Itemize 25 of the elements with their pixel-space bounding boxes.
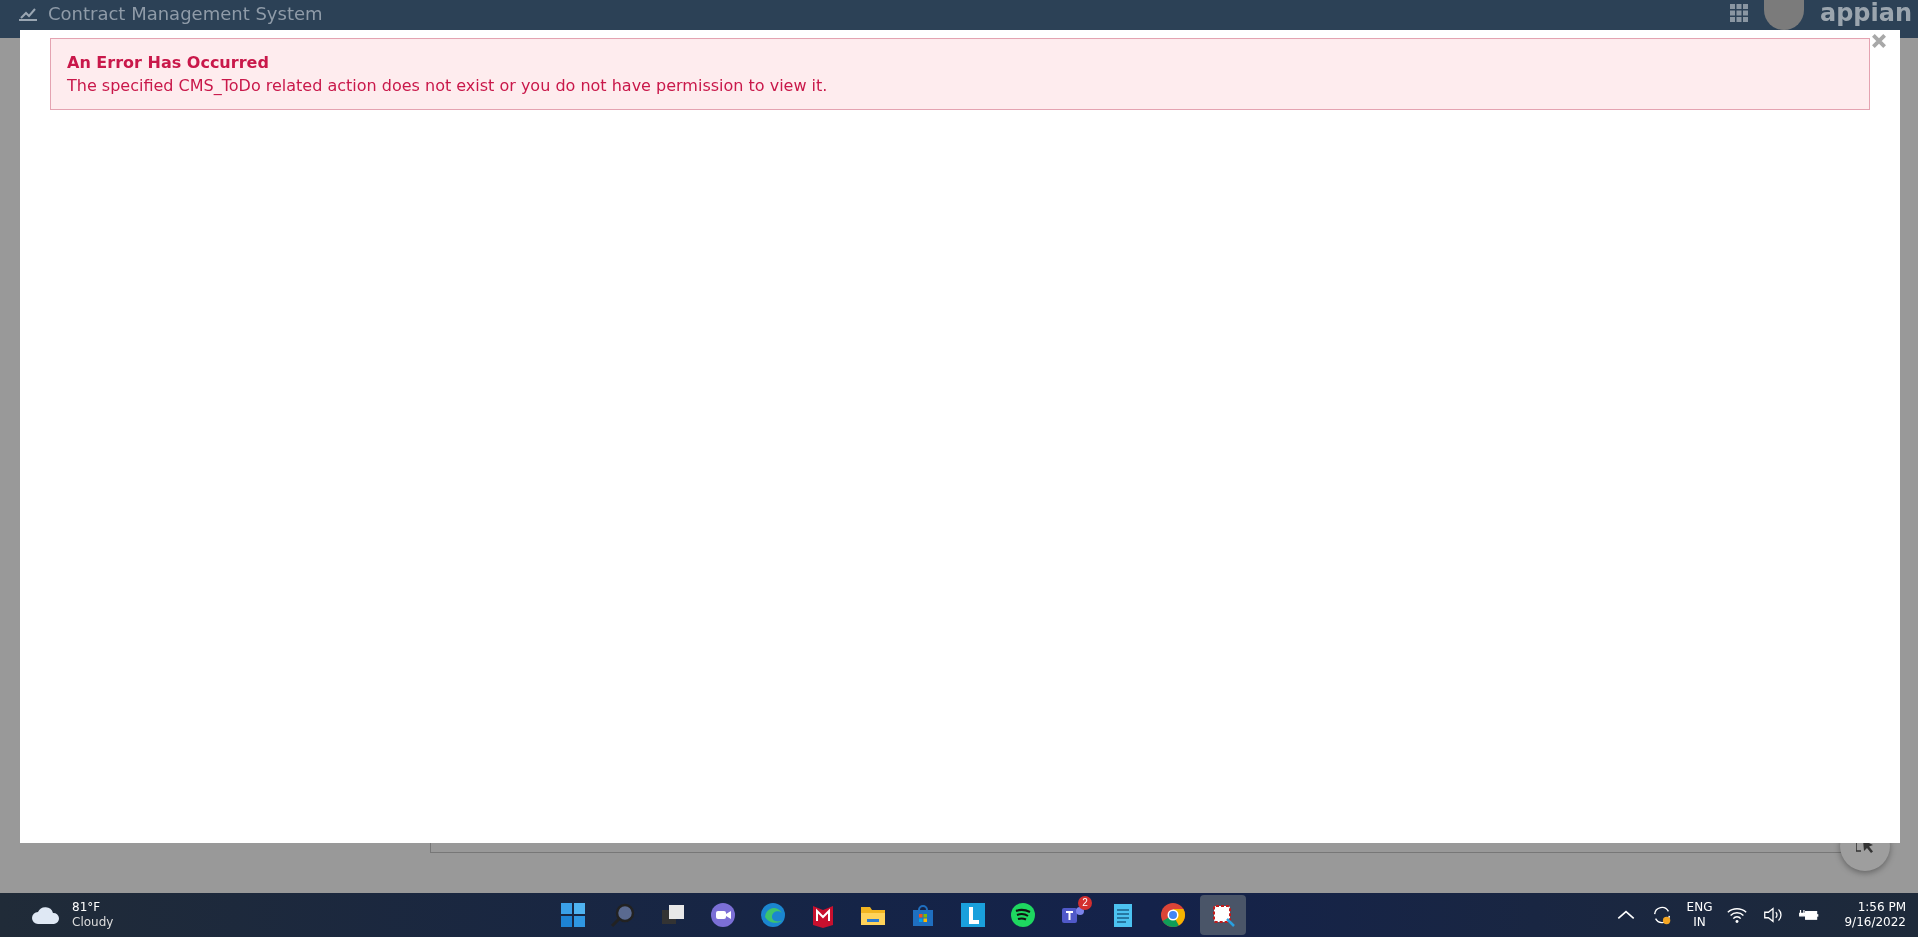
notification-badge: 2 xyxy=(1078,896,1092,910)
app-logo: appian xyxy=(1819,0,1912,26)
language-code: ENG xyxy=(1686,900,1713,915)
music-circle-icon xyxy=(1009,901,1037,929)
browser-circle-icon xyxy=(1159,901,1187,929)
error-title: An Error Has Occurred xyxy=(67,53,270,72)
weather-temperature: 81°F xyxy=(72,900,102,915)
cloud-icon[interactable] xyxy=(30,904,62,926)
app-grid-icon[interactable] xyxy=(1729,4,1748,22)
start-icon xyxy=(559,901,587,929)
video-chat-icon xyxy=(709,901,737,929)
clock-date[interactable]: 9/16/2022 xyxy=(1844,915,1906,930)
clock-time[interactable]: 1:56 PM xyxy=(1857,900,1906,915)
app-title: Contract Management System xyxy=(48,2,323,26)
speaker-icon[interactable] xyxy=(1762,904,1785,926)
error-message: The specified CMS_ToDo related action does not exist or you do not have permission to view it. xyxy=(67,76,829,95)
weather-condition: Cloudy xyxy=(72,915,114,930)
language-indicator[interactable]: ENG IN xyxy=(1686,900,1713,930)
language-region: IN xyxy=(1693,915,1706,930)
taskbar-button[interactable] xyxy=(1200,895,1246,935)
user-avatar[interactable] xyxy=(1763,0,1804,30)
browser-swirl-icon xyxy=(759,901,787,929)
search-icon xyxy=(609,901,637,929)
taskbar-button[interactable]: 2 xyxy=(1050,895,1096,935)
letter-tile-icon xyxy=(959,901,987,929)
